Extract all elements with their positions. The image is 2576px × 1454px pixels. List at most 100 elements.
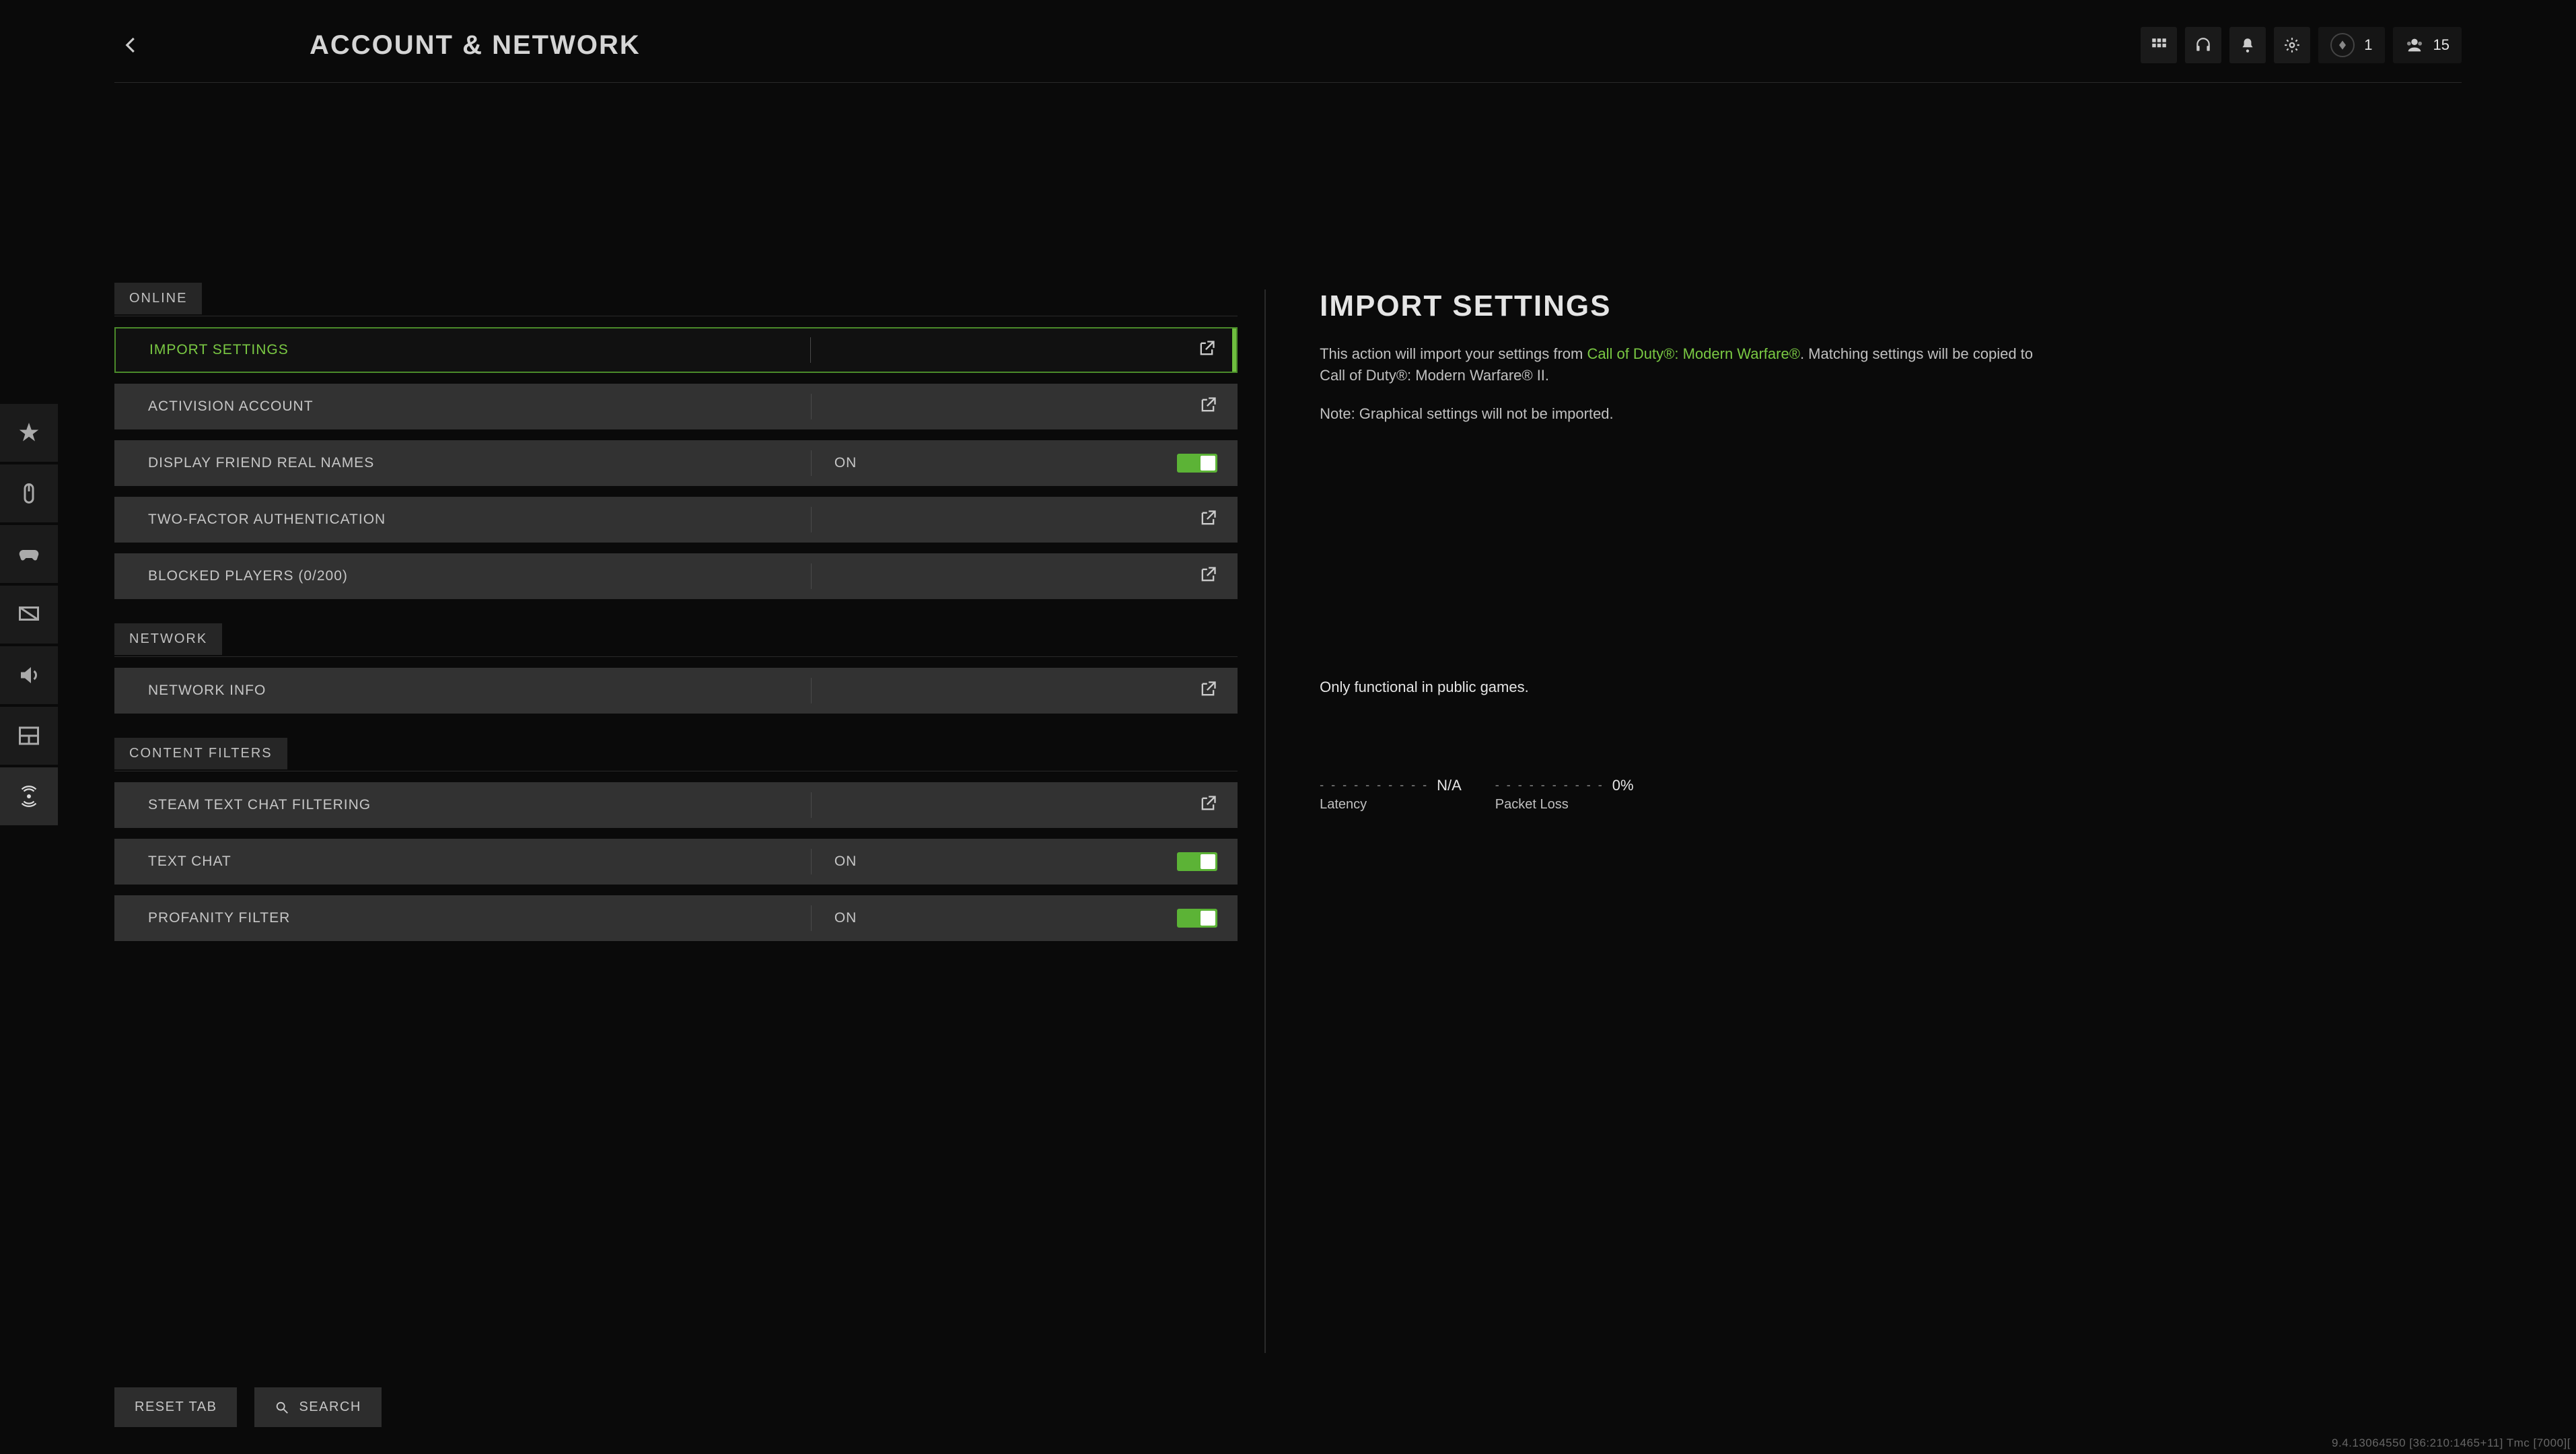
build-string: 9.4.13064550 [36:210:1465+11] Tmc [7000]… bbox=[2332, 1436, 2571, 1450]
header-left: ACCOUNT & NETWORK bbox=[114, 28, 641, 62]
row-value bbox=[812, 509, 1238, 531]
toggle-on[interactable] bbox=[1177, 852, 1217, 871]
search-label: SEARCH bbox=[299, 1399, 361, 1415]
row-value bbox=[812, 680, 1238, 702]
stat-dashes: - - - - - - - - - - bbox=[1320, 778, 1429, 792]
stat-dashes: - - - - - - - - - - bbox=[1495, 778, 1604, 792]
detail-description: This action will import your settings fr… bbox=[1320, 343, 2060, 386]
party-count: 15 bbox=[2433, 36, 2449, 54]
detail-functional-note: Only functional in public games. bbox=[1320, 679, 2462, 696]
value-text: ON bbox=[834, 455, 857, 471]
row-text-chat[interactable]: TEXT CHAT ON bbox=[114, 839, 1238, 885]
row-value bbox=[811, 339, 1236, 361]
desc-game-highlight: Call of Duty®: Modern Warfare® bbox=[1587, 345, 1799, 362]
desc-prefix: This action will import your settings fr… bbox=[1320, 345, 1587, 362]
stat-latency: - - - - - - - - - - N/A Latency bbox=[1320, 777, 1462, 812]
row-steam-chat-filter[interactable]: STEAM TEXT CHAT FILTERING bbox=[114, 782, 1238, 828]
headset-button[interactable] bbox=[2185, 27, 2221, 63]
toggle-on[interactable] bbox=[1177, 909, 1217, 928]
grid-button[interactable] bbox=[2141, 27, 2177, 63]
footer-actions: RESET TAB SEARCH bbox=[114, 1387, 382, 1427]
latency-label: Latency bbox=[1320, 797, 1462, 812]
external-link-icon bbox=[1198, 509, 1217, 531]
settings-list: ONLINE IMPORT SETTINGS ACTIVISION ACCOUN… bbox=[114, 114, 1264, 1380]
gear-icon bbox=[2283, 36, 2301, 54]
section-rule bbox=[114, 656, 1238, 657]
rail-graphics[interactable] bbox=[0, 586, 58, 644]
monitor-icon bbox=[17, 602, 41, 627]
row-label: STEAM TEXT CHAT FILTERING bbox=[114, 797, 811, 813]
packet-loss-value: 0% bbox=[1612, 777, 1634, 794]
row-label: NETWORK INFO bbox=[114, 683, 811, 699]
party-icon bbox=[2405, 36, 2424, 55]
rail-audio[interactable] bbox=[0, 646, 58, 704]
search-icon bbox=[275, 1400, 289, 1415]
content-area: ONLINE IMPORT SETTINGS ACTIVISION ACCOUN… bbox=[114, 114, 2462, 1380]
rail-mouse[interactable] bbox=[0, 464, 58, 522]
value-text: ON bbox=[834, 910, 857, 926]
row-value: ON bbox=[812, 454, 1238, 473]
row-label: BLOCKED PLAYERS (0/200) bbox=[114, 568, 811, 584]
rail-account-network[interactable] bbox=[0, 767, 58, 825]
external-link-icon bbox=[1198, 794, 1217, 817]
speaker-icon bbox=[17, 663, 41, 687]
party-badge[interactable]: 15 bbox=[2393, 27, 2462, 63]
row-display-friend-names[interactable]: DISPLAY FRIEND REAL NAMES ON bbox=[114, 440, 1238, 486]
rail-quick[interactable] bbox=[0, 404, 58, 462]
row-value bbox=[812, 794, 1238, 817]
star-icon bbox=[17, 421, 41, 445]
interface-icon bbox=[17, 724, 41, 748]
search-button[interactable]: SEARCH bbox=[254, 1387, 381, 1427]
latency-value: N/A bbox=[1437, 777, 1462, 794]
row-label: TWO-FACTOR AUTHENTICATION bbox=[114, 512, 811, 528]
rank-badge[interactable]: 1 bbox=[2318, 27, 2384, 63]
row-value: ON bbox=[812, 909, 1238, 928]
detail-title: IMPORT SETTINGS bbox=[1320, 289, 2462, 323]
toggle-on[interactable] bbox=[1177, 454, 1217, 473]
external-link-icon bbox=[1198, 396, 1217, 418]
network-stats: - - - - - - - - - - N/A Latency - - - - … bbox=[1320, 777, 2462, 812]
settings-rail bbox=[0, 404, 58, 828]
section-online: ONLINE bbox=[114, 283, 202, 314]
back-button[interactable] bbox=[114, 28, 148, 62]
rank-number: 1 bbox=[2364, 36, 2372, 54]
row-value bbox=[812, 565, 1238, 588]
stat-packet-loss: - - - - - - - - - - 0% Packet Loss bbox=[1495, 777, 1634, 812]
chevron-left-icon bbox=[121, 35, 141, 55]
rail-interface[interactable] bbox=[0, 707, 58, 765]
value-text: ON bbox=[834, 854, 857, 870]
row-profanity-filter[interactable]: PROFANITY FILTER ON bbox=[114, 895, 1238, 941]
row-label: TEXT CHAT bbox=[114, 854, 811, 870]
row-blocked-players[interactable]: BLOCKED PLAYERS (0/200) bbox=[114, 553, 1238, 599]
row-value bbox=[812, 396, 1238, 418]
detail-pane: IMPORT SETTINGS This action will import … bbox=[1266, 114, 2462, 1380]
headset-icon bbox=[2194, 36, 2212, 54]
notifications-button[interactable] bbox=[2229, 27, 2266, 63]
section-network: NETWORK bbox=[114, 623, 222, 655]
row-import-settings[interactable]: IMPORT SETTINGS bbox=[114, 327, 1238, 373]
row-two-factor[interactable]: TWO-FACTOR AUTHENTICATION bbox=[114, 497, 1238, 543]
packet-loss-label: Packet Loss bbox=[1495, 797, 1634, 812]
row-label: ACTIVISION ACCOUNT bbox=[114, 399, 811, 415]
row-value: ON bbox=[812, 852, 1238, 871]
rank-icon bbox=[2330, 33, 2355, 57]
row-label: DISPLAY FRIEND REAL NAMES bbox=[114, 455, 811, 471]
grid-icon bbox=[2150, 36, 2168, 54]
row-label: PROFANITY FILTER bbox=[114, 910, 811, 926]
reset-label: RESET TAB bbox=[135, 1399, 217, 1415]
row-label: IMPORT SETTINGS bbox=[116, 342, 810, 358]
header-bar: ACCOUNT & NETWORK 1 15 bbox=[114, 27, 2462, 83]
external-link-icon bbox=[1198, 565, 1217, 588]
controller-icon bbox=[17, 542, 41, 566]
antenna-icon bbox=[17, 784, 41, 808]
settings-button[interactable] bbox=[2274, 27, 2310, 63]
row-activision-account[interactable]: ACTIVISION ACCOUNT bbox=[114, 384, 1238, 429]
section-content-filters: CONTENT FILTERS bbox=[114, 738, 287, 769]
rail-controller[interactable] bbox=[0, 525, 58, 583]
row-network-info[interactable]: NETWORK INFO bbox=[114, 668, 1238, 714]
header-right: 1 15 bbox=[2141, 27, 2462, 63]
mouse-icon bbox=[17, 481, 41, 506]
external-link-icon bbox=[1198, 680, 1217, 702]
reset-tab-button[interactable]: RESET TAB bbox=[114, 1387, 237, 1427]
bell-icon bbox=[2239, 36, 2256, 54]
